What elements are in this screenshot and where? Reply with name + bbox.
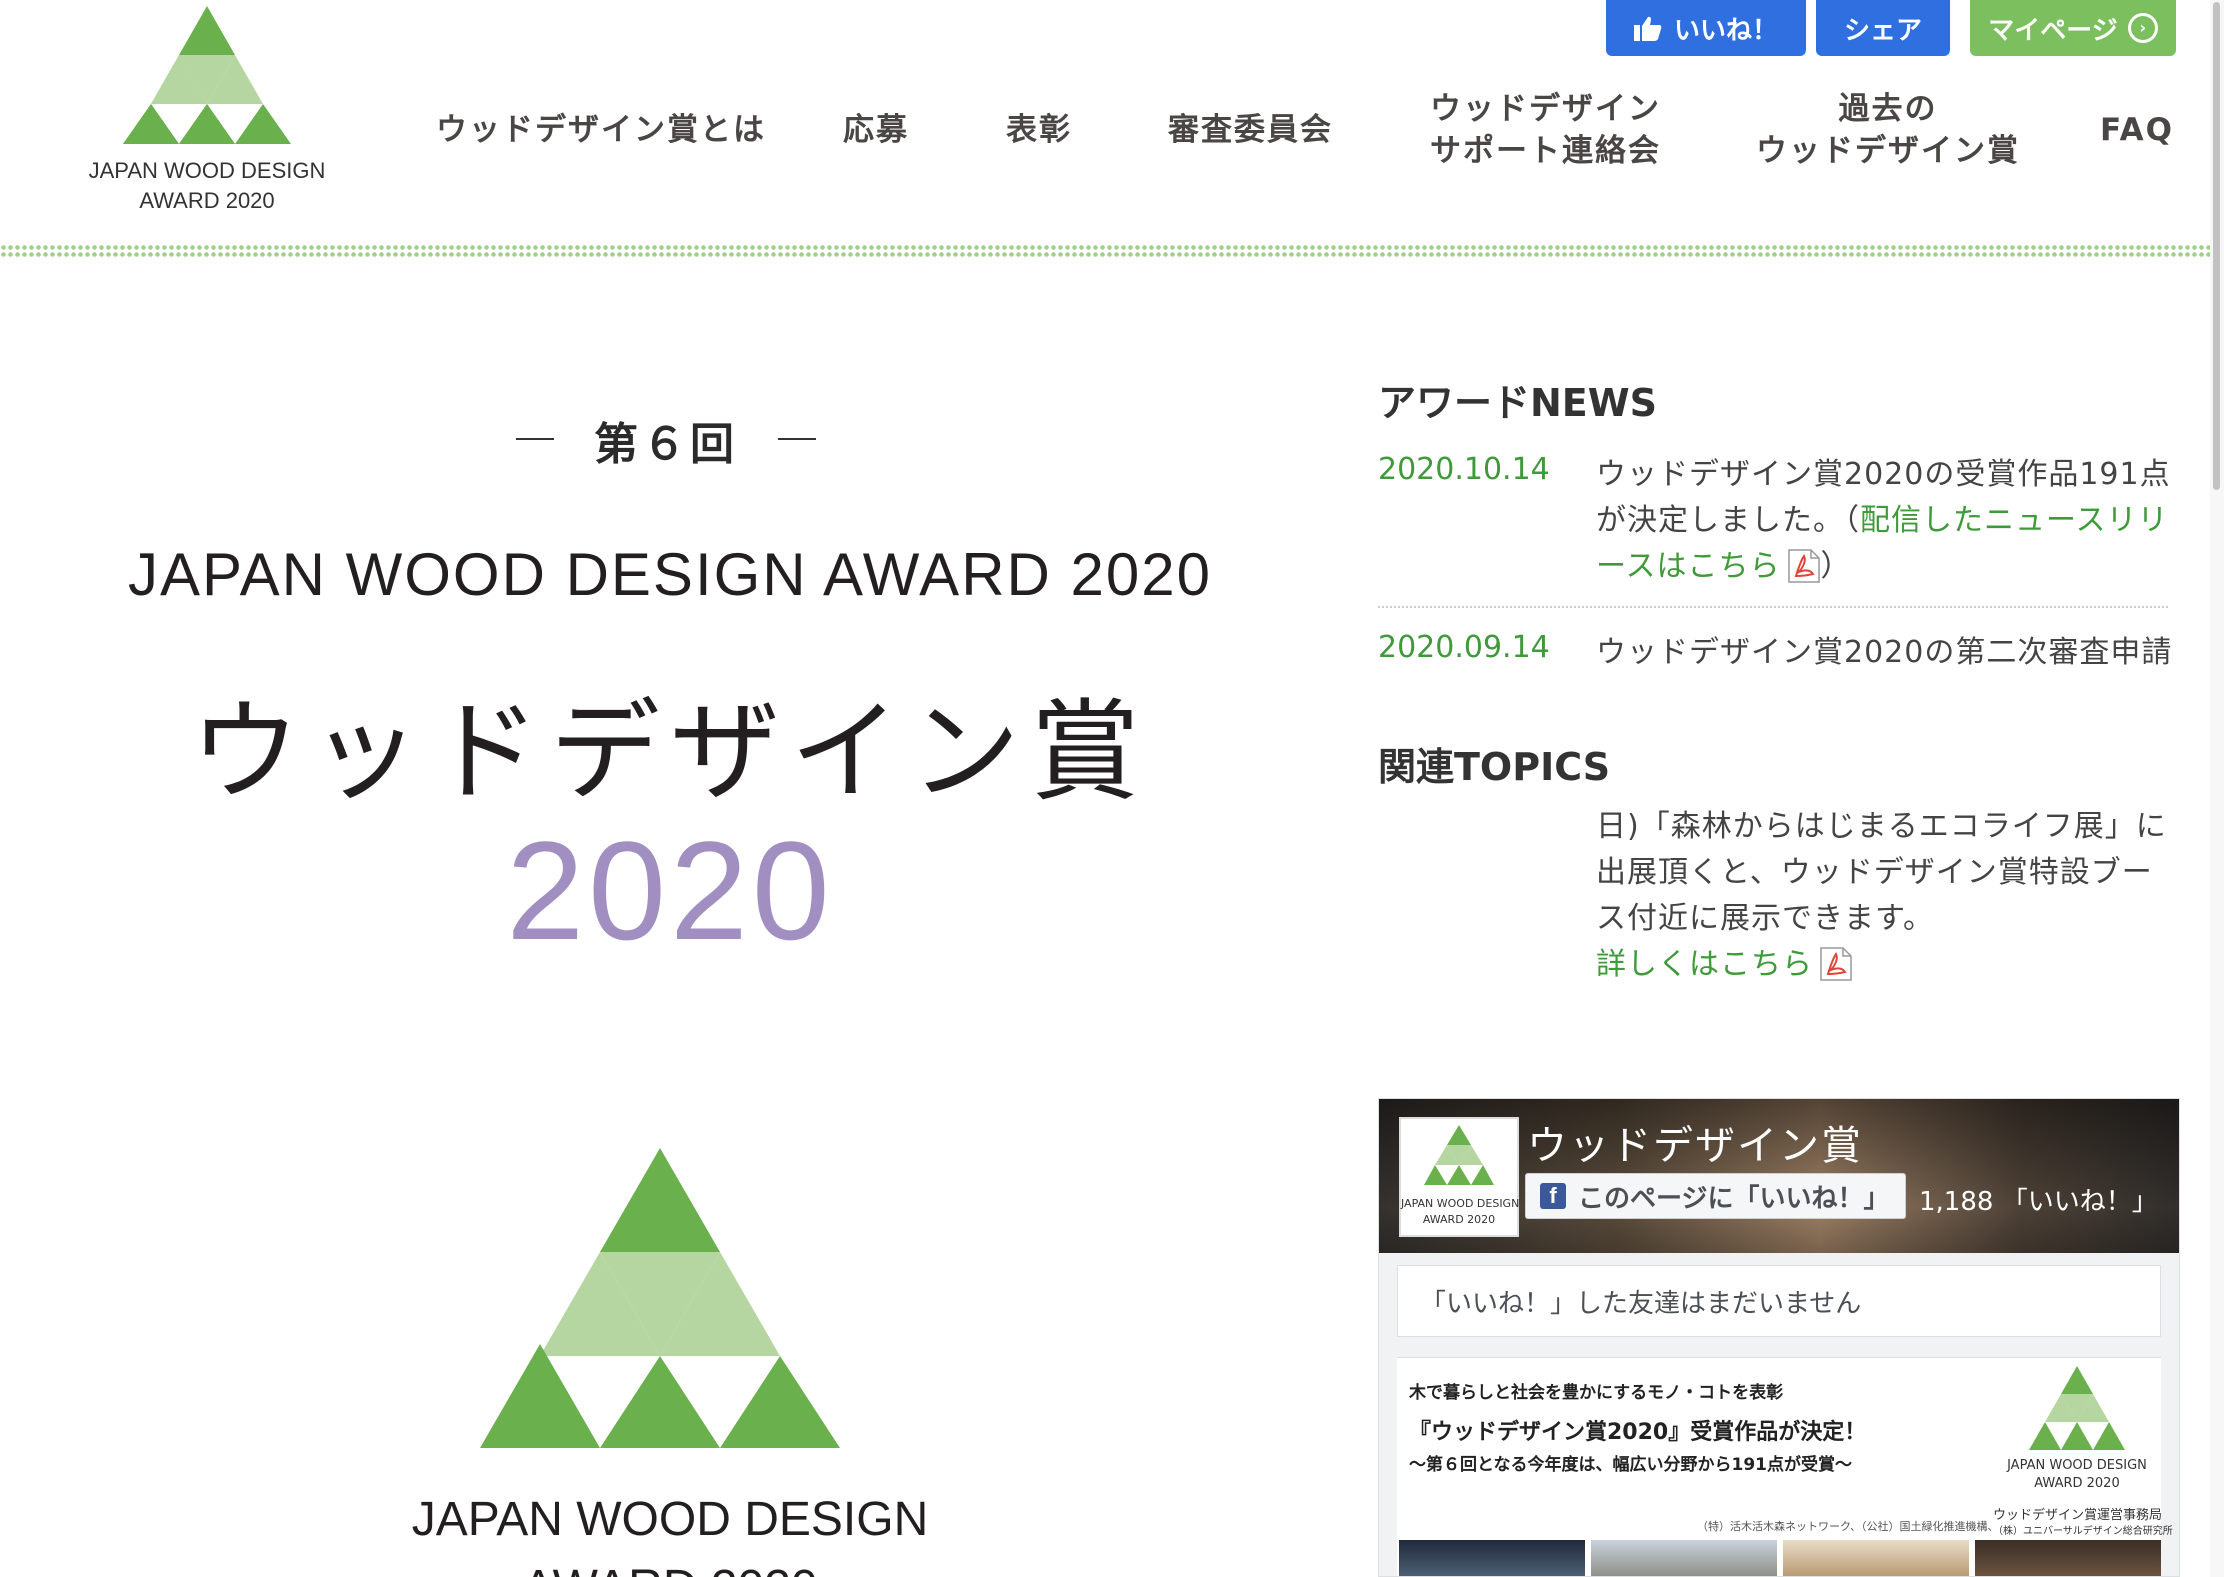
like-button-label: いいね！ [1673, 15, 1778, 46]
post-text-line4: （特）活木活木森ネットワーク、（公社）国土緑化推進機構、 [1697, 1520, 1999, 1533]
main-nav: ウッドデザイン賞とは 応募 表彰 審査委員会 ウッドデザイン サポート連絡会 過… [0, 80, 2224, 190]
topics-text: 日)「森林からはじまるエコライフ展」に出展頂くと、ウッドデザイン賞特設ブース付近… [1596, 804, 2176, 988]
post-text-line2: 『ウッドデザイン賞2020』受賞作品が決定！ [1409, 1420, 1867, 1445]
news-text: ウッドデザイン賞2020の受賞作品191点が決定しました。（配信したニュースリリ… [1596, 452, 2176, 590]
nav-item-past-awards[interactable]: 過去の ウッドデザイン賞 [1756, 88, 2020, 172]
thumbs-up-icon [1633, 16, 1662, 41]
post-text-line1: 木で暮らしと社会を豊かにするモノ・コトを表彰 [1409, 1383, 1784, 1403]
mountain-logo-icon [1424, 1125, 1494, 1185]
award-title-en: JAPAN WOOD DESIGN AWARD 2020 [128, 541, 1212, 608]
award-year: 2020 [506, 812, 834, 969]
facebook-like-count: 1,188 「いいね！」 [1919, 1187, 2158, 1217]
large-logo-text2: AWARD 2020 [360, 1560, 980, 1577]
post-office-text: ウッドデザイン賞運営事務局 [1993, 1508, 2163, 1523]
mypage-button-label: マイページ [1988, 15, 2118, 46]
news-heading: アワードNEWS [1378, 381, 1658, 425]
nav-item-support-line2: サポート連絡会 [1430, 133, 1661, 169]
page-scrollbar-thumb[interactable] [2213, 2, 2220, 490]
avatar-text-line2: AWARD 2020 [1422, 1213, 1496, 1226]
nav-item-support-line1: ウッドデザイン [1430, 91, 1661, 127]
share-button[interactable]: シェア [1816, 0, 1950, 56]
facebook-page-like-label: このページに「いいね！」 [1578, 1183, 1890, 1214]
chevron-right-circle-icon: › [2127, 13, 2158, 43]
mypage-button[interactable]: マイページ › [1970, 0, 2176, 56]
share-button-label: シェア [1843, 15, 1922, 46]
post-logo-text-line1: JAPAN WOOD DESIGN [2007, 1458, 2147, 1473]
header-divider [0, 244, 2224, 258]
facebook-page-avatar[interactable]: JAPAN WOOD DESIGN AWARD 2020 [1399, 1117, 1519, 1237]
topics-heading: 関連TOPICS [1378, 745, 1611, 789]
post-photo [1591, 1540, 1777, 1576]
nav-item-past-line2: ウッドデザイン賞 [1756, 133, 2020, 169]
large-logo-text: JAPAN WOOD DESIGN [411, 1493, 929, 1546]
edition-label: 第６回 [516, 408, 816, 472]
facebook-page-name[interactable]: ウッドデザイン賞 [1527, 1113, 1863, 1171]
nav-item-faq[interactable]: FAQ [2100, 109, 2174, 151]
hero-section: 第６回 JAPAN WOOD DESIGN AWARD 2020 ウッドデザイン… [0, 258, 1340, 1577]
facebook-post-preview[interactable]: 木で暮らしと社会を豊かにするモノ・コトを表彰 『ウッドデザイン賞2020』受賞作… [1397, 1357, 2173, 1576]
facebook-page-widget: JAPAN WOOD DESIGN AWARD 2020 ウッドデザイン賞 f … [1378, 1098, 2180, 1577]
news-item: 2020.10.14 ウッドデザイン賞2020の受賞作品191点が決定しました。… [1378, 452, 2170, 602]
facebook-icon: f [1540, 1183, 1566, 1209]
facebook-friends-notice: 「いいね！」した友達はまだいません [1397, 1265, 2161, 1337]
top-action-buttons: いいね！ シェア マイページ › [1606, 0, 2176, 56]
award-title-ja: ウッドデザイン賞 [190, 688, 1150, 816]
pdf-icon[interactable] [1787, 548, 1821, 584]
news-date: 2020.10.14 [1378, 452, 1550, 487]
logo-text-line2: AWARD 2020 [139, 188, 275, 213]
news-item: 2020.09.14 ウッドデザイン賞2020の第二次審査申請 [1378, 630, 2171, 680]
news-date: 2020.09.14 [1378, 630, 1550, 665]
nav-item-about[interactable]: ウッドデザイン賞とは [436, 109, 766, 151]
post-photo [1975, 1540, 2161, 1576]
nav-item-committee[interactable]: 審査委員会 [1168, 109, 1333, 151]
topics-details-link[interactable]: 詳しくはこちら [1596, 947, 1813, 982]
post-text-line3: ～第６回となる今年度は、幅広い分野から191点が受賞～ [1409, 1455, 1852, 1475]
mountain-logo-large-icon [480, 1148, 840, 1448]
nav-item-past-line1: 過去の [1838, 91, 1938, 127]
nav-item-award[interactable]: 表彰 [1006, 109, 1072, 151]
nav-item-support[interactable]: ウッドデザイン サポート連絡会 [1430, 88, 1661, 172]
post-photo [1399, 1540, 1585, 1576]
news-text-after: ） [1820, 549, 1852, 584]
nav-item-apply[interactable]: 応募 [843, 109, 909, 151]
post-office-text2: （株）ユニバーサルデザイン総合研究所 [1993, 1526, 2173, 1537]
post-logo-text-line2: AWARD 2020 [2034, 1476, 2120, 1491]
mountain-logo-icon [2029, 1366, 2125, 1450]
avatar-text-line1: JAPAN WOOD DESIGN [1401, 1197, 1520, 1210]
news-text: ウッドデザイン賞2020の第二次審査申請 [1596, 635, 2173, 670]
post-photo [1783, 1540, 1969, 1576]
pdf-icon[interactable] [1819, 946, 1853, 982]
topics-body: 日)「森林からはじまるエコライフ展」に出展頂くと、ウッドデザイン賞特設ブース付近… [1596, 809, 2167, 936]
post-photo-strip [1397, 1540, 2161, 1576]
facebook-like-button[interactable]: いいね！ [1606, 0, 1806, 56]
news-divider [1378, 606, 2168, 608]
facebook-page-like-button[interactable]: f このページに「いいね！」 [1525, 1173, 1907, 1219]
site-header: JAPAN WOOD DESIGN AWARD 2020 いいね！ シェア マイ… [0, 0, 2224, 260]
